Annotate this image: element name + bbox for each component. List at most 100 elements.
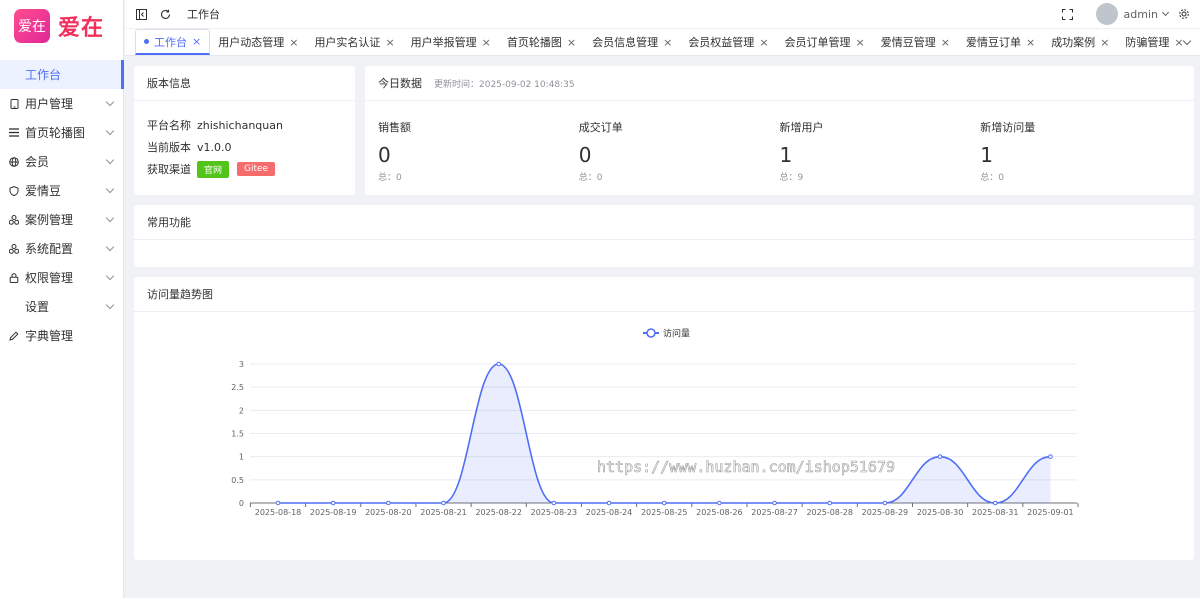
tab-9[interactable]: 爱情豆订单 × — [958, 29, 1043, 55]
collapse-sidebar-icon[interactable] — [135, 8, 147, 20]
data-point — [1048, 454, 1053, 459]
tab-2[interactable]: 用户实名认证 × — [306, 29, 402, 55]
y-tick-label: 1.5 — [231, 430, 244, 439]
sidebar-item-9[interactable]: 字典管理 — [0, 321, 123, 350]
fullscreen-icon[interactable] — [1062, 8, 1074, 20]
close-icon[interactable]: × — [663, 36, 672, 49]
close-icon[interactable]: × — [567, 36, 576, 49]
common-functions-card: 常用功能 — [134, 205, 1194, 267]
chart-container: 访问量 0 0.5 1 1.5 2 2.5 3 2025-08-18 2025-08-19 20… — [134, 313, 1194, 563]
close-icon[interactable]: × — [289, 36, 298, 49]
sidebar-item-2[interactable]: 首页轮播图 — [0, 118, 123, 147]
top-header: 工作台 admin — [125, 0, 1200, 28]
sidebar-item-label: 案例管理 — [25, 213, 74, 227]
tab-10[interactable]: 成功案例 × — [1043, 29, 1117, 55]
sidebar-item-5[interactable]: 案例管理 — [0, 205, 123, 234]
stats-row: 销售额 0 总：0 成交订单 0 总：0 新增用户 1 总：9 新增访问量 1 总：0 — [365, 101, 1194, 183]
gear-icon[interactable] — [1178, 8, 1190, 20]
close-icon[interactable]: × — [192, 35, 201, 48]
stat-label: 新增用户 — [779, 121, 824, 134]
stat-value: 1 — [980, 143, 993, 167]
chevron-down-icon[interactable] — [1161, 8, 1170, 17]
data-point — [330, 500, 336, 506]
chevron-down-icon — [105, 184, 115, 194]
x-tick-label: 2025-08-18 — [255, 508, 302, 517]
chevron-down-icon — [105, 155, 115, 165]
gitee-button[interactable]: Gitee — [237, 162, 276, 176]
data-point — [441, 500, 446, 506]
stat-value: 0 — [378, 143, 391, 167]
data-point — [496, 361, 501, 367]
cluster-icon — [9, 243, 19, 254]
sidebar-item-label: 爱情豆 — [25, 184, 62, 198]
stat-label: 成交订单 — [578, 121, 623, 134]
sidebar-item-3[interactable]: 会员 — [0, 147, 123, 176]
tab-3[interactable]: 用户举报管理 × — [403, 29, 499, 55]
tab-label: 用户动态管理 — [218, 36, 285, 49]
tab-8[interactable]: 爱情豆管理 × — [873, 29, 958, 55]
sidebar: 爱在 爱在 工作台用户管理首页轮播图 会员爱情豆案例管理系统配置 权限管理设置字典管… — [0, 0, 124, 598]
list-icon — [9, 128, 19, 138]
visit-trend-card: 访问量趋势图 访问量 0 0.5 1 1.5 2 2.5 3 2025-08-18 2025-… — [134, 277, 1194, 560]
card-title: 常用功能 — [134, 205, 1194, 240]
sidebar-item-0[interactable]: 工作台 — [0, 60, 124, 89]
stat-item: 新增访问量 1 总：0 — [980, 119, 1181, 183]
stat-item: 销售额 0 总：0 — [378, 119, 579, 183]
x-tick-label: 2025-08-19 — [310, 508, 357, 517]
sidebar-item-8[interactable]: 设置 — [0, 292, 123, 321]
close-icon[interactable]: × — [482, 36, 491, 49]
tab-bar: 工作台 × 用户动态管理 × 用户实名认证 × 用户举报管理 × 首页轮播图 × 会员信息管理 × 会员… — [125, 28, 1200, 56]
card-title: 今日数据 — [378, 77, 422, 90]
tab-0[interactable]: 工作台 × — [135, 29, 211, 55]
channel-label: 获取渠道 — [147, 163, 191, 176]
tab-7[interactable]: 会员订单管理 × — [777, 29, 873, 55]
close-icon[interactable]: × — [759, 36, 768, 49]
sidebar-item-label: 设置 — [25, 300, 50, 314]
username[interactable]: admin — [1124, 8, 1158, 21]
x-tick-label: 2025-09-01 — [1027, 508, 1074, 517]
close-icon[interactable]: × — [385, 36, 394, 49]
tab-11[interactable]: 防骗管理 × — [1117, 29, 1191, 55]
sidebar-item-6[interactable]: 系统配置 — [0, 234, 123, 263]
sidebar-item-4[interactable]: 爱情豆 — [0, 176, 123, 205]
sidebar-item-1[interactable]: 用户管理 — [0, 89, 123, 118]
brand-logo[interactable]: 爱在 爱在 — [0, 0, 123, 52]
tab-label: 爱情豆订单 — [965, 36, 1021, 49]
x-tick-label: 2025-08-28 — [806, 508, 853, 517]
tab-label: 用户举报管理 — [410, 36, 477, 49]
chevron-down-icon — [105, 213, 115, 223]
tab-label: 首页轮播图 — [506, 36, 562, 49]
watermark-text: https://www.huzhan.com/ishop51679 — [597, 458, 895, 476]
stat-value: 1 — [779, 143, 793, 167]
sidebar-item-label: 用户管理 — [25, 97, 74, 111]
visit-trend-chart: 访问量 0 0.5 1 1.5 2 2.5 3 2025-08-18 2025-08-19 20… — [231, 328, 1079, 517]
data-point — [551, 500, 557, 506]
close-icon[interactable]: × — [1026, 36, 1035, 49]
tab-12[interactable]: 系统设置× — [1192, 29, 1200, 55]
stat-total: 总：0 — [980, 173, 1004, 183]
active-dot-icon — [144, 39, 149, 44]
tab-label: 会员订单管理 — [784, 36, 851, 49]
tab-4[interactable]: 首页轮播图 × — [499, 29, 584, 55]
lock-icon — [9, 272, 19, 283]
x-tick-label: 2025-08-31 — [972, 508, 1019, 517]
x-tick-label: 2025-08-22 — [475, 508, 522, 517]
card-title: 版本信息 — [134, 66, 355, 101]
avatar[interactable] — [1095, 3, 1118, 25]
data-point — [386, 500, 391, 506]
sidebar-item-7[interactable]: 权限管理 — [0, 263, 123, 292]
tab-1[interactable]: 用户动态管理 × — [210, 29, 306, 55]
official-site-button[interactable]: 官网 — [197, 160, 230, 178]
shield-icon — [9, 185, 19, 196]
tab-5[interactable]: 会员信息管理 × — [584, 29, 680, 55]
close-icon[interactable]: × — [1174, 36, 1183, 49]
tab-label: 工作台 — [154, 35, 187, 49]
close-icon[interactable]: × — [941, 36, 950, 49]
tab-6[interactable]: 会员权益管理 × — [680, 29, 776, 55]
y-tick-label: 0 — [239, 499, 244, 508]
close-icon[interactable]: × — [856, 36, 865, 49]
close-icon[interactable]: × — [1100, 36, 1109, 49]
data-point — [717, 500, 722, 506]
refresh-icon[interactable] — [159, 8, 171, 20]
version-info-card: 版本信息 平台名称 zhishichanquan 当前版本 v1.0.0 获取渠… — [134, 66, 355, 195]
